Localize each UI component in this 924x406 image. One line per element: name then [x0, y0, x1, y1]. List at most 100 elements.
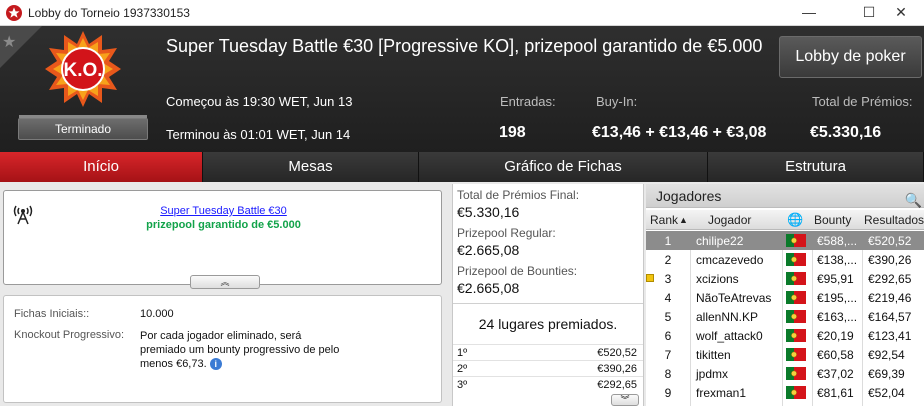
player-rank: 8	[664, 367, 672, 381]
end-time: Terminou às 01:01 WET, Jun 14	[166, 127, 351, 142]
portugal-flag-icon	[786, 386, 806, 399]
player-row[interactable]: 5 allenNN.KP €163,... €164,57	[646, 307, 924, 326]
payout-amount: €520,52	[597, 347, 637, 359]
minimize-button[interactable]: —	[786, 0, 832, 26]
player-bounty: €588,...	[817, 234, 858, 248]
player-bounty: €20,19	[817, 329, 854, 343]
tab-grafico-de-fichas[interactable]: Gráfico de Fichas	[419, 152, 708, 182]
expand-info-button[interactable]: ︽	[190, 275, 260, 289]
pokerstars-star-icon	[6, 5, 22, 21]
player-row[interactable]: 8 jpdmx €37,02 €69,39	[646, 364, 924, 383]
portugal-flag-icon	[786, 234, 806, 247]
portugal-flag-icon	[786, 272, 806, 285]
player-result: €52,04	[868, 386, 905, 400]
progressive-ko-text: Por cada jogador eliminado, será premiad…	[140, 330, 340, 370]
window-title: Lobby do Torneio 1937330153	[28, 6, 190, 20]
player-bounty: €138,...	[817, 253, 858, 267]
payout-amount: €390,26	[597, 363, 637, 375]
player-bounty: €60,58	[817, 348, 854, 362]
players-table-header: Rank ▲ Jogador 🌐 Bounty Resultados	[646, 210, 924, 230]
payout-scroll-button[interactable]: ︾	[611, 394, 639, 406]
player-row[interactable]: 4 NãoTeAtrevas €195,... €219,46	[646, 288, 924, 307]
portugal-flag-icon	[786, 348, 806, 361]
tournament-info-box: Super Tuesday Battle €30 prizepool garan…	[3, 190, 443, 289]
player-row[interactable]: 9 frexman1 €81,61 €52,04	[646, 383, 924, 402]
tournament-details: Fichas Iniciais:: 10.000 Knockout Progre…	[3, 295, 442, 403]
column-bounty[interactable]: Bounty	[814, 213, 851, 227]
column-player[interactable]: Jogador	[708, 213, 751, 227]
player-result: €69,39	[868, 367, 905, 381]
players-panel: Jogadores 🔍 Rank ▲ Jogador 🌐 Bounty Resu…	[646, 184, 924, 406]
players-title-text: Jogadores	[656, 188, 722, 204]
column-results[interactable]: Resultados	[864, 213, 924, 227]
portugal-flag-icon	[786, 291, 806, 304]
player-rank: 7	[664, 348, 672, 362]
player-name: xcizions	[696, 272, 739, 286]
player-rank: 9	[664, 386, 672, 400]
payout-list: 1º €520,52 2º €390,26 3º €292,65	[453, 344, 643, 392]
payout-row: 1º €520,52	[453, 344, 643, 360]
entries-value: 198	[499, 124, 526, 141]
final-prizes-label: Total de Prémios Final:	[457, 188, 580, 202]
tab-mesas[interactable]: Mesas	[203, 152, 419, 182]
portugal-flag-icon	[786, 253, 806, 266]
player-name: wolf_attack0	[696, 329, 763, 343]
player-row[interactable]: 3 xcizions €95,91 €292,65	[646, 269, 924, 288]
status-marker-icon	[646, 274, 654, 282]
regular-prizepool-value: €2.665,08	[457, 242, 520, 258]
tab-inicio[interactable]: Início	[0, 152, 203, 182]
column-rank[interactable]: Rank	[650, 213, 678, 227]
player-row[interactable]: 1 chilipe22 €588,... €520,52	[646, 231, 924, 250]
player-name: cmcazevedo	[696, 253, 764, 267]
payout-row: 3º €292,65	[453, 376, 643, 392]
knockout-logo-icon: K.O.	[45, 31, 121, 107]
player-rank: 1	[664, 234, 672, 248]
tournament-link[interactable]: Super Tuesday Battle €30	[4, 205, 443, 217]
player-bounty: €95,91	[817, 272, 854, 286]
favorite-star-icon[interactable]: ★	[0, 26, 22, 56]
player-bounty: €195,...	[817, 291, 858, 305]
player-result: €292,65	[868, 272, 912, 286]
tab-estrutura[interactable]: Estrutura	[708, 152, 924, 182]
total-prizes-value: €5.330,16	[810, 124, 882, 141]
regular-prizepool-label: Prizepool Regular:	[457, 226, 556, 240]
bounties-prizepool-label: Prizepool de Bounties:	[457, 264, 578, 278]
payout-amount: €292,65	[597, 379, 637, 391]
player-rank: 4	[664, 291, 672, 305]
home-content: Super Tuesday Battle €30 prizepool garan…	[0, 182, 924, 406]
prizepool-panel: Total de Prémios Final: €5.330,16 Prizep…	[452, 184, 644, 406]
player-result: €390,26	[868, 253, 912, 267]
player-row[interactable]: 7 tikitten €60,58 €92,54	[646, 345, 924, 364]
info-icon[interactable]: i	[209, 358, 222, 371]
player-bounty: €81,61	[817, 386, 854, 400]
player-bounty: €37,02	[817, 367, 854, 381]
progressive-ko-value: Por cada jogador eliminado, será premiad…	[140, 329, 340, 371]
close-button[interactable]: ✕	[878, 0, 924, 26]
player-result: €164,57	[868, 310, 912, 324]
sort-arrow-icon: ▲	[679, 215, 688, 225]
player-name: jpdmx	[696, 367, 729, 381]
player-row[interactable]: 6 wolf_attack0 €20,19 €123,41	[646, 326, 924, 345]
buyin-value: €13,46 + €13,46 + €3,08	[592, 124, 767, 141]
player-name: tikitten	[696, 348, 731, 362]
tournament-header: ★ K.O. Terminado Super Tuesday Battle €3…	[0, 26, 924, 152]
tournament-title: Super Tuesday Battle €30 [Progressive KO…	[166, 36, 763, 56]
payout-position: 1º	[457, 347, 468, 359]
portugal-flag-icon	[786, 310, 806, 323]
player-rank: 6	[664, 329, 672, 343]
paid-places: 24 lugares premiados.	[453, 303, 643, 343]
starting-chips-label: Fichas Iniciais::	[14, 308, 90, 320]
tab-bar: Início Mesas Gráfico de Fichas Estrutura	[0, 152, 924, 182]
player-row[interactable]: 2 cmcazevedo €138,... €390,26	[646, 250, 924, 269]
starting-chips-value: 10.000	[140, 308, 174, 320]
player-bounty: €163,...	[817, 310, 858, 324]
player-result: €123,41	[868, 329, 912, 343]
globe-icon[interactable]: 🌐	[787, 212, 803, 228]
buyin-label: Buy-In:	[596, 94, 638, 109]
progressive-ko-label: Knockout Progressivo:	[14, 329, 125, 341]
player-result: €92,54	[868, 348, 905, 362]
search-icon[interactable]: 🔍	[905, 188, 922, 212]
poker-lobby-button[interactable]: Lobby de poker	[779, 36, 922, 78]
guarantee-text: prizepool garantido de €5.000	[146, 219, 301, 231]
player-name: NãoTeAtrevas	[696, 291, 772, 305]
